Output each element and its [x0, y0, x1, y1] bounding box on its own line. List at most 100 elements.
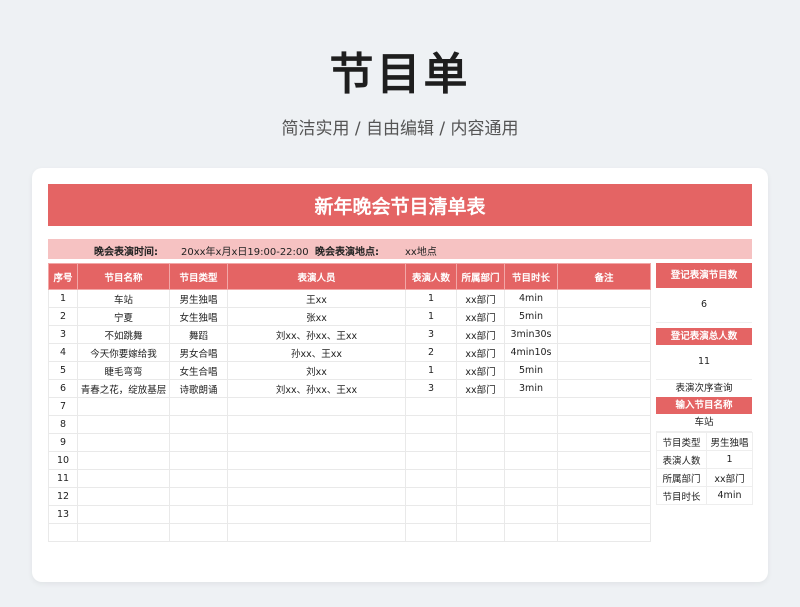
table-cell[interactable]	[557, 307, 651, 326]
table-cell[interactable]	[405, 451, 457, 470]
table-cell[interactable]	[227, 469, 406, 488]
table-cell[interactable]: 4	[48, 343, 78, 362]
table-cell[interactable]: 刘xx	[227, 361, 406, 380]
table-cell[interactable]	[405, 487, 457, 506]
table-cell[interactable]	[169, 415, 228, 434]
table-cell[interactable]	[504, 505, 558, 524]
table-cell[interactable]	[557, 415, 651, 434]
table-cell[interactable]	[405, 415, 457, 434]
table-cell[interactable]	[504, 451, 558, 470]
table-cell[interactable]: xx部门	[456, 325, 505, 344]
table-cell[interactable]	[227, 415, 406, 434]
table-cell[interactable]: 男女合唱	[169, 343, 228, 362]
table-cell[interactable]	[227, 487, 406, 506]
table-cell[interactable]: 3	[405, 379, 457, 398]
table-cell[interactable]	[557, 451, 651, 470]
table-cell[interactable]: 6	[48, 379, 78, 398]
table-cell[interactable]: 女生合唱	[169, 361, 228, 380]
table-cell[interactable]: 诗歌朗诵	[169, 379, 228, 398]
table-cell[interactable]	[557, 379, 651, 398]
table-cell[interactable]: 3	[48, 325, 78, 344]
table-cell[interactable]	[405, 433, 457, 452]
table-cell[interactable]	[504, 523, 558, 542]
table-cell[interactable]	[169, 451, 228, 470]
table-cell[interactable]: 刘xx、孙xx、王xx	[227, 325, 406, 344]
table-cell[interactable]: xx部门	[456, 379, 505, 398]
table-cell[interactable]	[557, 433, 651, 452]
table-cell[interactable]: 车站	[77, 289, 170, 308]
place-value[interactable]: xx地点	[405, 243, 437, 258]
table-cell[interactable]: 女生独唱	[169, 307, 228, 326]
table-cell[interactable]: xx部门	[456, 361, 505, 380]
table-cell[interactable]: 1	[405, 289, 457, 308]
table-cell[interactable]	[77, 451, 170, 470]
table-cell[interactable]	[504, 487, 558, 506]
table-cell[interactable]: 11	[48, 469, 78, 488]
table-cell[interactable]: 5min	[504, 307, 558, 326]
table-cell[interactable]: 1	[48, 289, 78, 308]
program-name-input[interactable]: 车站	[656, 414, 752, 432]
table-cell[interactable]	[227, 505, 406, 524]
table-cell[interactable]	[557, 487, 651, 506]
table-cell[interactable]: xx部门	[456, 307, 505, 326]
table-cell[interactable]	[504, 415, 558, 434]
table-cell[interactable]: 3min30s	[504, 325, 558, 344]
table-cell[interactable]: 9	[48, 433, 78, 452]
table-cell[interactable]	[557, 469, 651, 488]
table-cell[interactable]	[557, 505, 651, 524]
table-cell[interactable]	[227, 397, 406, 416]
table-cell[interactable]: 舞蹈	[169, 325, 228, 344]
table-cell[interactable]: 10	[48, 451, 78, 470]
table-cell[interactable]	[227, 451, 406, 470]
table-cell[interactable]	[77, 469, 170, 488]
table-cell[interactable]	[405, 469, 457, 488]
table-cell[interactable]	[557, 523, 651, 542]
table-cell[interactable]	[77, 397, 170, 416]
table-cell[interactable]: 2	[48, 307, 78, 326]
table-cell[interactable]	[405, 505, 457, 524]
table-cell[interactable]: 王xx	[227, 289, 406, 308]
table-cell[interactable]	[169, 505, 228, 524]
table-cell[interactable]: 8	[48, 415, 78, 434]
table-cell[interactable]: 5	[48, 361, 78, 380]
table-cell[interactable]	[405, 397, 457, 416]
table-cell[interactable]	[227, 433, 406, 452]
table-cell[interactable]	[456, 415, 505, 434]
table-cell[interactable]: xx部门	[456, 289, 505, 308]
table-cell[interactable]	[169, 397, 228, 416]
table-cell[interactable]	[456, 469, 505, 488]
table-cell[interactable]	[456, 487, 505, 506]
table-cell[interactable]: 1	[405, 307, 457, 326]
table-cell[interactable]: 刘xx、孙xx、王xx	[227, 379, 406, 398]
table-cell[interactable]: 睫毛弯弯	[77, 361, 170, 380]
table-cell[interactable]	[77, 505, 170, 524]
table-cell[interactable]: 4min10s	[504, 343, 558, 362]
table-cell[interactable]	[557, 343, 651, 362]
table-cell[interactable]	[456, 523, 505, 542]
table-cell[interactable]	[227, 523, 406, 542]
table-cell[interactable]: 孙xx、王xx	[227, 343, 406, 362]
table-cell[interactable]	[557, 397, 651, 416]
table-cell[interactable]	[169, 523, 228, 542]
table-cell[interactable]: 不如跳舞	[77, 325, 170, 344]
table-cell[interactable]	[77, 487, 170, 506]
table-cell[interactable]: 4min	[504, 289, 558, 308]
table-cell[interactable]: 2	[405, 343, 457, 362]
table-cell[interactable]: 1	[405, 361, 457, 380]
table-cell[interactable]	[557, 289, 651, 308]
table-cell[interactable]	[504, 433, 558, 452]
table-cell[interactable]	[456, 451, 505, 470]
table-cell[interactable]: xx部门	[456, 343, 505, 362]
table-cell[interactable]: 7	[48, 397, 78, 416]
time-value[interactable]: 20xx年x月x日19:00-22:00	[181, 243, 309, 258]
table-cell[interactable]	[169, 469, 228, 488]
table-cell[interactable]	[557, 361, 651, 380]
table-cell[interactable]	[48, 523, 78, 542]
table-cell[interactable]: 13	[48, 505, 78, 524]
table-cell[interactable]: 青春之花，绽放基层	[77, 379, 170, 398]
table-cell[interactable]: 3	[405, 325, 457, 344]
table-cell[interactable]	[557, 325, 651, 344]
table-cell[interactable]	[169, 433, 228, 452]
table-cell[interactable]: 今天你要嫁给我	[77, 343, 170, 362]
table-cell[interactable]: 男生独唱	[169, 289, 228, 308]
